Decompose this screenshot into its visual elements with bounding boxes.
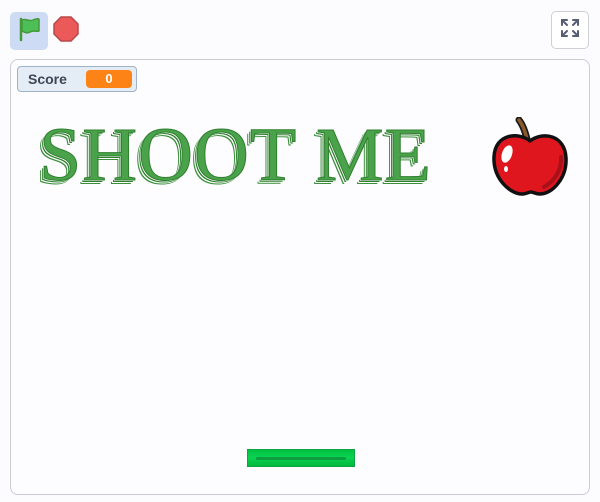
score-label: Score — [28, 71, 67, 87]
green-flag-icon — [16, 16, 42, 47]
paddle-stripe — [256, 457, 346, 460]
stop-icon — [53, 15, 79, 47]
game-stage[interactable]: Score 0 SHOOT ME — [10, 59, 590, 495]
paddle-sprite[interactable] — [247, 449, 355, 467]
apple-icon — [492, 116, 568, 196]
score-value: 0 — [86, 70, 132, 88]
stage-toolbar — [0, 0, 600, 58]
fullscreen-icon — [560, 18, 580, 43]
fullscreen-button[interactable] — [551, 11, 589, 49]
shoot-me-title: SHOOT ME — [39, 113, 432, 198]
apple-sprite[interactable] — [489, 116, 571, 199]
green-flag-button[interactable] — [10, 12, 48, 50]
stop-button[interactable] — [52, 15, 80, 47]
score-monitor: Score 0 — [17, 66, 137, 92]
